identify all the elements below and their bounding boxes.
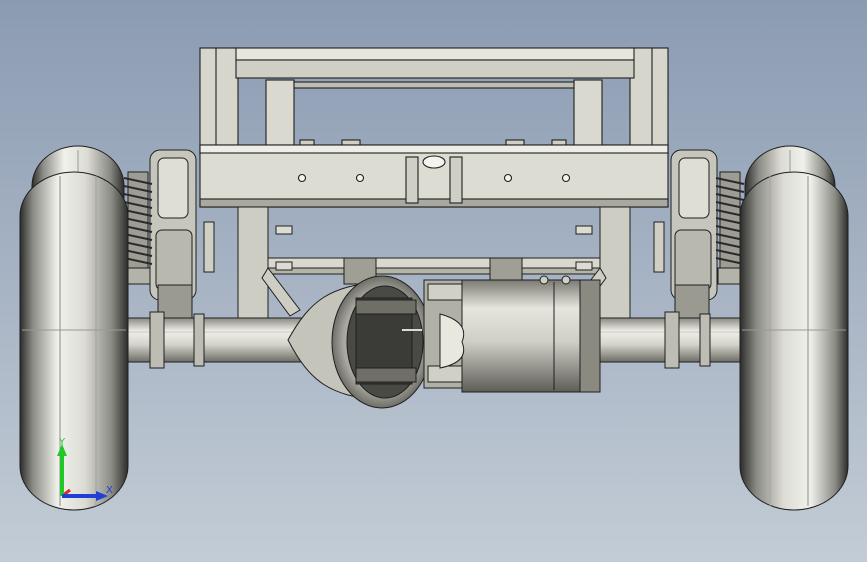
orientation-triad[interactable]: Y X bbox=[40, 432, 130, 522]
chassis-3d-model[interactable] bbox=[0, 0, 867, 562]
cross-member bbox=[199, 144, 669, 208]
drive-motor bbox=[423, 275, 601, 393]
rear-frame bbox=[199, 47, 669, 159]
triad-x-label: X bbox=[106, 485, 113, 496]
cad-graphics-viewport[interactable]: Y X bbox=[0, 0, 867, 562]
triad-y-label: Y bbox=[58, 437, 66, 448]
rear-right-tire-front bbox=[739, 171, 849, 511]
differential-housing bbox=[287, 275, 433, 409]
